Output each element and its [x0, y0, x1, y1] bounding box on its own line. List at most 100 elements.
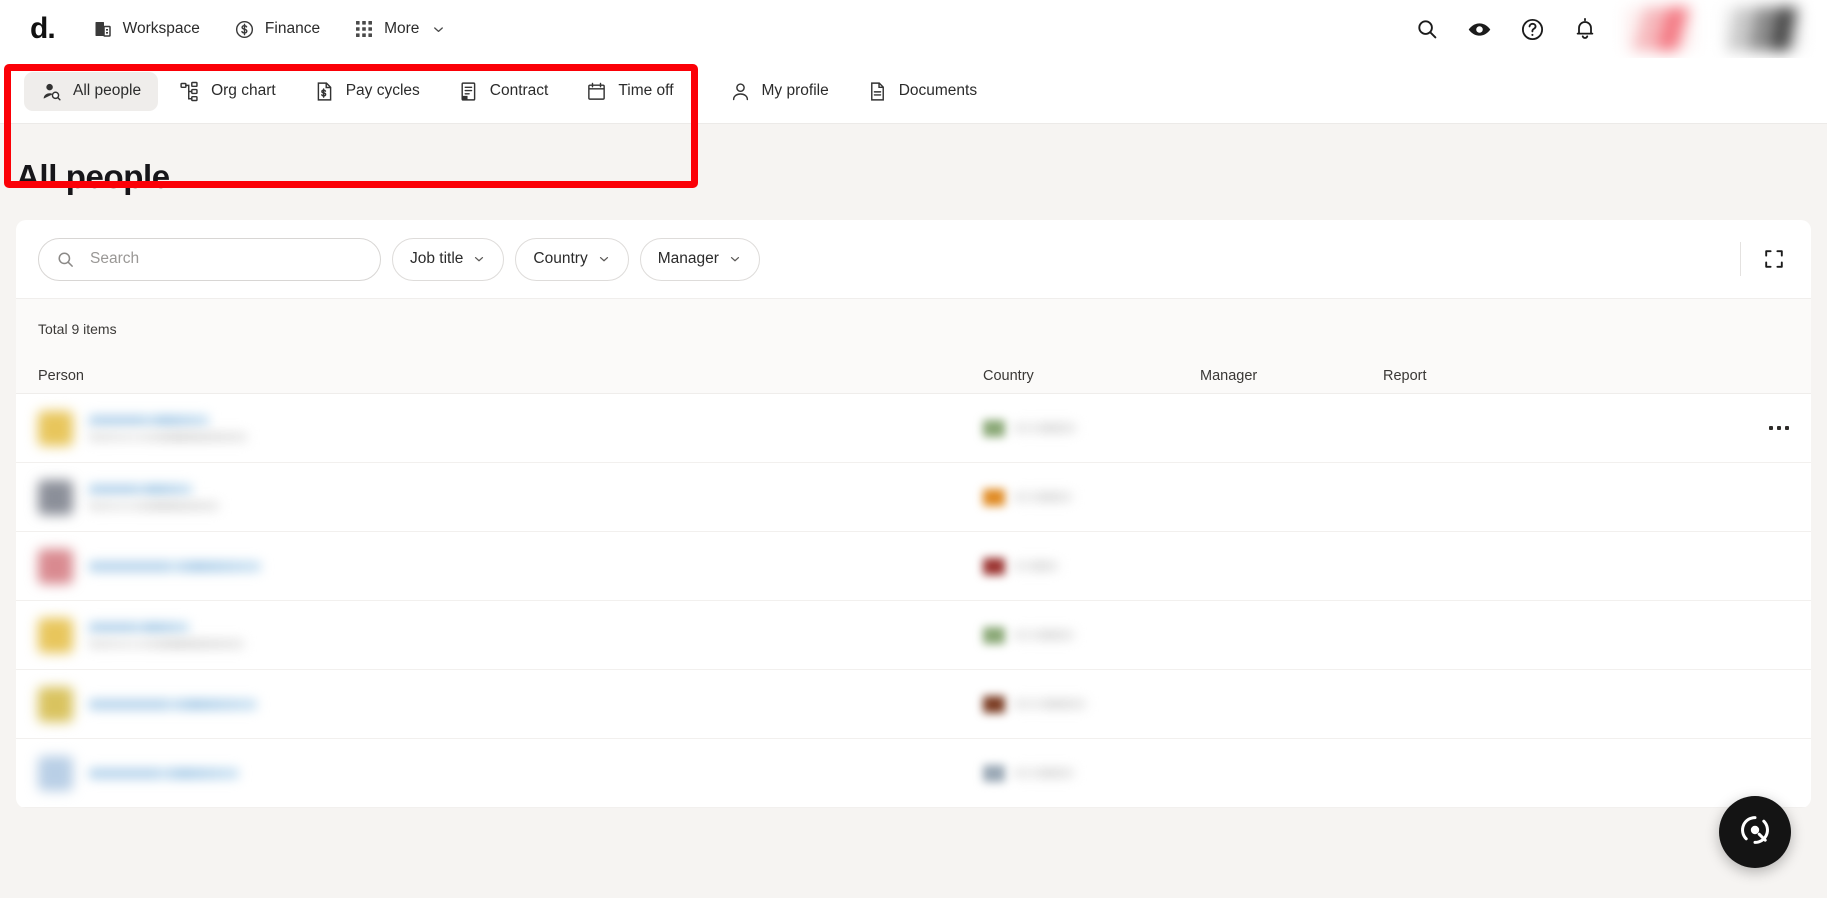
cell-person[interactable] [38, 687, 983, 722]
nav-item-more[interactable]: More [354, 19, 446, 39]
country-flag-icon [983, 765, 1005, 782]
table-row[interactable] [16, 532, 1811, 601]
country-flag-icon [983, 558, 1005, 575]
page-title: All people [16, 124, 1811, 220]
tab-label: Pay cycles [346, 82, 420, 100]
tab-label: Contract [490, 82, 549, 100]
invoice-dollar-icon [314, 81, 335, 102]
person-subtitle-blurred [89, 432, 247, 442]
tab-label: Time off [618, 82, 673, 100]
total-items-label: Total 9 items [16, 299, 1811, 358]
chevron-down-icon [472, 252, 486, 266]
avatar [38, 756, 73, 791]
column-header-country[interactable]: Country [983, 368, 1200, 384]
person-name-blurred [89, 622, 189, 633]
person-text-blurred [89, 768, 239, 779]
country-name-blurred [1014, 768, 1074, 778]
filter-country[interactable]: Country [515, 238, 628, 281]
country-name-blurred [1014, 630, 1074, 640]
table-row[interactable] [16, 601, 1811, 670]
tab-label: My profile [762, 82, 829, 100]
table-row[interactable] [16, 463, 1811, 532]
nav-item-label: Workspace [123, 20, 200, 38]
filter-job-title[interactable]: Job title [392, 238, 504, 281]
cell-country [983, 765, 1200, 782]
cell-country [983, 627, 1200, 644]
table-row[interactable] [16, 739, 1811, 808]
scan-target-icon [1738, 813, 1772, 852]
grid-apps-icon [354, 19, 374, 39]
table-header-row: Person Country Manager Report [16, 358, 1811, 394]
country-name-blurred [1014, 423, 1076, 433]
secondary-tab-bar: All people Org chart [0, 58, 1827, 124]
table-row[interactable] [16, 394, 1811, 463]
filter-label: Manager [658, 250, 719, 268]
avatar [38, 549, 73, 584]
cell-person[interactable] [38, 549, 983, 584]
notification-preview-blurred[interactable] [1625, 7, 1695, 51]
column-header-manager[interactable]: Manager [1200, 368, 1383, 384]
brand-logo[interactable]: d. [30, 14, 55, 44]
row-overflow-menu-button[interactable] [1769, 426, 1789, 430]
nav-item-finance[interactable]: Finance [234, 19, 320, 40]
top-bar: d. Workspace Finance [0, 0, 1827, 58]
people-search-icon [41, 81, 62, 102]
org-chart-icon [179, 81, 200, 102]
user-account-blurred[interactable] [1723, 7, 1803, 51]
cell-country [983, 489, 1200, 506]
fullscreen-expand-icon[interactable] [1763, 248, 1789, 270]
calendar-icon [586, 81, 607, 102]
toolbar-right-actions [1740, 242, 1789, 276]
person-text-blurred [89, 699, 257, 710]
nav-item-label: Finance [265, 20, 320, 38]
tab-contract[interactable]: Contract [441, 72, 566, 111]
tab-documents[interactable]: Documents [850, 72, 994, 111]
cell-country [983, 558, 1200, 575]
scan-target-fab-button[interactable] [1719, 796, 1791, 868]
avatar [38, 687, 73, 722]
cell-person[interactable] [38, 756, 983, 791]
person-name-blurred [89, 768, 239, 779]
tab-org-chart[interactable]: Org chart [162, 72, 293, 111]
tab-label: All people [73, 82, 141, 100]
tab-time-off[interactable]: Time off [569, 72, 690, 111]
cell-person[interactable] [38, 480, 983, 515]
people-table-card: Total 9 items Person Country Manager Rep… [16, 298, 1811, 808]
table-row[interactable] [16, 670, 1811, 739]
person-text-blurred [89, 484, 219, 511]
column-header-report[interactable]: Report [1383, 368, 1583, 384]
cell-country [983, 696, 1200, 713]
country-flag-icon [983, 420, 1005, 437]
tab-pay-cycles[interactable]: Pay cycles [297, 72, 437, 111]
tab-my-profile[interactable]: My profile [713, 72, 846, 111]
country-flag-icon [983, 696, 1005, 713]
filter-toolbar: Job title Country Manager [16, 220, 1811, 298]
filter-label: Country [533, 250, 587, 268]
person-name-blurred [89, 484, 192, 495]
country-flag-icon [983, 627, 1005, 644]
column-header-person[interactable]: Person [38, 368, 983, 384]
search-icon [56, 250, 75, 269]
search-input[interactable] [88, 249, 363, 269]
help-circle-icon[interactable] [1520, 17, 1545, 42]
filter-manager[interactable]: Manager [640, 238, 760, 281]
user-icon [730, 81, 751, 102]
search-input-wrapper[interactable] [38, 238, 381, 281]
search-icon[interactable] [1415, 17, 1439, 41]
country-name-blurred [1014, 492, 1072, 502]
nav-item-workspace[interactable]: Workspace [93, 19, 200, 39]
cell-person[interactable] [38, 618, 983, 653]
person-subtitle-blurred [89, 501, 219, 511]
tab-list: All people Org chart [0, 58, 1827, 124]
eye-icon[interactable] [1467, 17, 1492, 42]
cell-person[interactable] [38, 411, 983, 446]
table-body [16, 394, 1811, 808]
tab-all-people[interactable]: All people [24, 72, 158, 111]
person-subtitle-blurred [89, 639, 244, 649]
building-icon [93, 19, 113, 39]
person-text-blurred [89, 561, 261, 572]
chevron-down-icon [431, 22, 446, 37]
person-name-blurred [89, 561, 261, 572]
toolbar-divider [1740, 242, 1741, 276]
bell-icon[interactable] [1573, 17, 1597, 41]
